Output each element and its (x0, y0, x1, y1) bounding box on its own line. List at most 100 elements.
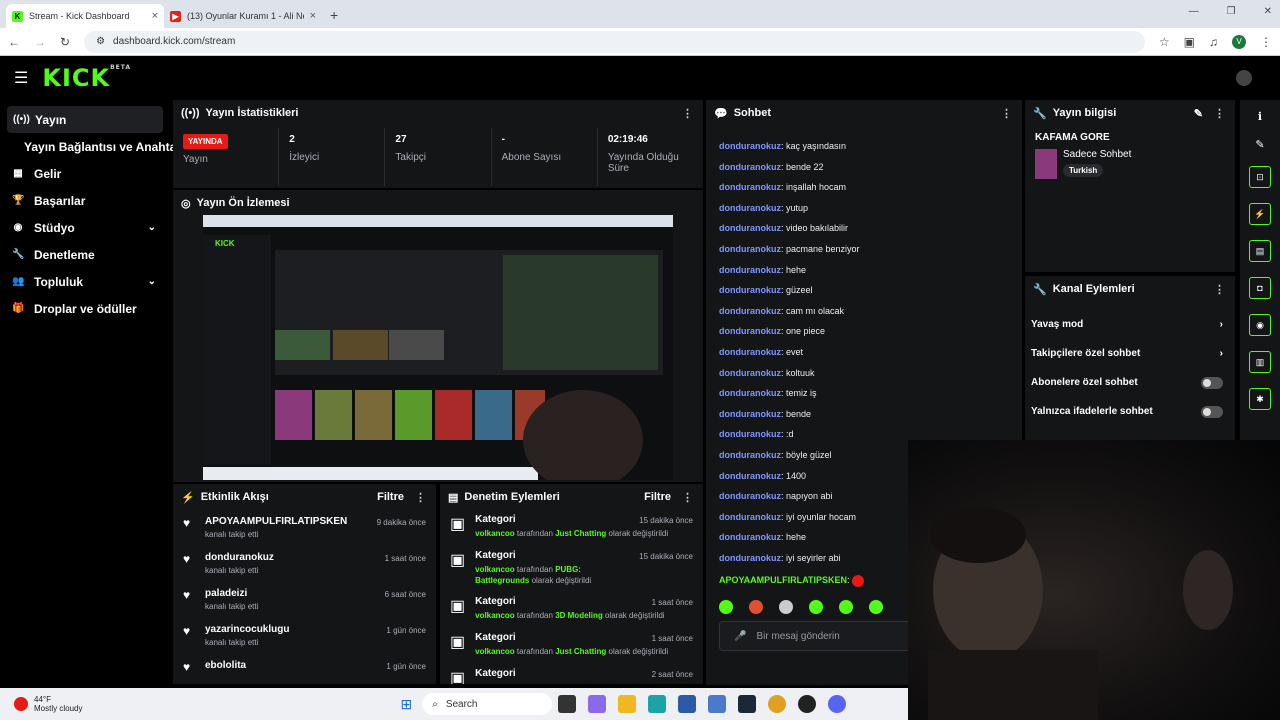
sidebar-item-droplar[interactable]: 🎁 Droplar ve ödüller (0, 295, 170, 322)
chevron-down-icon: ⌄ (147, 276, 156, 287)
minimize-icon[interactable]: — (1189, 6, 1199, 17)
lightning-icon[interactable]: ⚡ (1249, 203, 1271, 225)
moderation-panel: ▤ Denetim Eylemleri Filtre ⋮ ▣ Kategori … (440, 484, 703, 684)
weather-alert-icon[interactable] (14, 697, 28, 711)
microphone-icon[interactable]: 🎤 (734, 631, 746, 642)
kick-logo[interactable]: KICKBETA (42, 64, 131, 92)
maximize-icon[interactable]: ❐ (1227, 6, 1236, 17)
wrench-icon[interactable]: ✱ (1249, 388, 1271, 410)
emote-icon[interactable] (839, 600, 853, 614)
sidebar-item-yayin[interactable]: ((•)) Yayın (7, 106, 163, 133)
hamburger-menu-icon[interactable]: ☰ (14, 68, 28, 88)
chat-username[interactable]: donduranokuz (719, 203, 781, 213)
bookmark-star-icon[interactable]: ☆ (1159, 35, 1170, 49)
back-icon[interactable]: ← (8, 35, 20, 49)
chat-username[interactable]: APOYAAMPULFIRLATIPSKEN (719, 575, 847, 585)
more-options-icon[interactable]: ⋮ (682, 107, 693, 120)
chat-username[interactable]: donduranokuz (719, 450, 781, 460)
emote-icon[interactable] (869, 600, 883, 614)
forward-icon[interactable]: → (34, 35, 46, 49)
filter-button[interactable]: Filtre (377, 491, 404, 503)
emote-icon[interactable] (779, 600, 793, 614)
browser-tab-youtube[interactable]: ▶ (13) Oyunlar Kuramı 1 - Ali Nes × (164, 4, 322, 28)
chat-username[interactable]: donduranokuz (719, 471, 781, 481)
edge-icon[interactable] (648, 695, 667, 713)
copilot-icon[interactable] (588, 695, 607, 713)
windows-start-icon[interactable]: ⊞ (400, 696, 412, 713)
site-info-icon[interactable]: ⚙ (96, 36, 105, 47)
filter-button[interactable]: Filtre (644, 491, 671, 503)
chat-username[interactable]: donduranokuz (719, 265, 781, 275)
file-explorer-icon[interactable] (618, 695, 637, 713)
info-icon[interactable]: ℹ (1258, 110, 1262, 123)
chat-bubble-icon[interactable]: ◘ (1249, 277, 1271, 299)
document-icon[interactable]: ▤ (1249, 240, 1271, 262)
stream-preview-video[interactable]: KICK (203, 215, 673, 480)
emote-icon[interactable] (809, 600, 823, 614)
extensions-icon[interactable]: ▣ (1184, 35, 1195, 49)
close-window-icon[interactable]: ✕ (1264, 6, 1272, 17)
app-icon[interactable] (708, 695, 727, 713)
chrome-icon[interactable] (768, 695, 787, 713)
toggle-switch[interactable] (1201, 405, 1223, 418)
emote-icon[interactable] (749, 600, 763, 614)
menu-kebab-icon[interactable]: ⋮ (1260, 35, 1272, 49)
more-options-icon[interactable]: ⋮ (415, 491, 426, 504)
chat-username[interactable]: donduranokuz (719, 141, 781, 151)
steam-icon[interactable] (738, 695, 757, 713)
obs-icon[interactable] (798, 695, 817, 713)
chat-username[interactable]: donduranokuz (719, 326, 781, 336)
sidebar-item-gelir[interactable]: ▦ Gelir (0, 160, 170, 187)
edit-icon[interactable]: ✎ (1194, 107, 1203, 120)
profile-avatar[interactable]: V (1232, 34, 1246, 49)
action-subscribers-only: Abonelere özel sohbet (1025, 368, 1235, 397)
chat-username[interactable]: donduranokuz (719, 223, 781, 233)
toggle-switch[interactable] (1201, 376, 1223, 389)
chat-username[interactable]: donduranokuz (719, 553, 781, 563)
preview-icon: ◎ (181, 197, 191, 210)
chat-username[interactable]: donduranokuz (719, 491, 781, 501)
sidebar-item-studyo[interactable]: ◉ Stüdyo ⌄ (0, 214, 170, 241)
chat-username[interactable]: donduranokuz (719, 285, 781, 295)
close-icon[interactable]: × (310, 10, 316, 22)
chat-username[interactable]: donduranokuz (719, 388, 781, 398)
chat-username[interactable]: donduranokuz (719, 182, 781, 192)
sidebar-item-basarilar[interactable]: 🏆 Başarılar (0, 187, 170, 214)
user-avatar[interactable] (1236, 70, 1252, 86)
media-icon[interactable]: ♫ (1209, 35, 1218, 49)
more-options-icon[interactable]: ⋮ (1001, 107, 1012, 120)
emote-icon[interactable] (719, 600, 733, 614)
chat-username[interactable]: donduranokuz (719, 368, 781, 378)
chat-username[interactable]: donduranokuz (719, 532, 781, 542)
broadcast-icon[interactable]: ◉ (1249, 314, 1271, 336)
layout-icon[interactable]: ▥ (1249, 351, 1271, 373)
new-tab-button[interactable]: + (330, 7, 338, 23)
reload-icon[interactable]: ↻ (60, 35, 70, 49)
pencil-icon[interactable]: ✎ (1255, 138, 1264, 151)
chat-username[interactable]: donduranokuz (719, 162, 781, 172)
chat-username[interactable]: donduranokuz (719, 347, 781, 357)
taskbar-search[interactable]: ⌕ Search (422, 693, 553, 715)
sidebar-item-topluluk[interactable]: 👥 Topluluk ⌄ (0, 268, 170, 295)
sidebar-item-denetleme[interactable]: 🔧 Denetleme (0, 241, 170, 268)
action-slow-mode[interactable]: Yavaş mod › (1025, 310, 1235, 339)
chat-username[interactable]: donduranokuz (719, 512, 781, 522)
chat-username[interactable]: donduranokuz (719, 409, 781, 419)
more-options-icon[interactable]: ⋮ (682, 491, 693, 504)
sidebar-item-stream-key[interactable]: Yayın Bağlantısı ve Anahtarı (0, 133, 184, 160)
broadcast-icon: ((•)) (13, 114, 30, 125)
chat-username[interactable]: donduranokuz (719, 244, 781, 254)
task-view-icon[interactable] (558, 695, 577, 713)
chat-username[interactable]: donduranokuz (719, 429, 781, 439)
close-icon[interactable]: × (152, 10, 158, 22)
chat-username[interactable]: donduranokuz (719, 306, 781, 316)
action-label: Abonelere özel sohbet (1031, 377, 1138, 388)
more-options-icon[interactable]: ⋮ (1214, 107, 1225, 120)
url-field[interactable]: ⚙ dashboard.kick.com/stream (84, 30, 1145, 53)
store-icon[interactable] (678, 695, 697, 713)
browser-tab-kick[interactable]: K Stream - Kick Dashboard × (6, 4, 164, 28)
discord-icon[interactable] (828, 695, 847, 713)
clip-icon[interactable]: ⊡ (1249, 166, 1271, 188)
action-followers-only[interactable]: Takipçilere özel sohbet › (1025, 339, 1235, 368)
more-options-icon[interactable]: ⋮ (1214, 283, 1225, 296)
